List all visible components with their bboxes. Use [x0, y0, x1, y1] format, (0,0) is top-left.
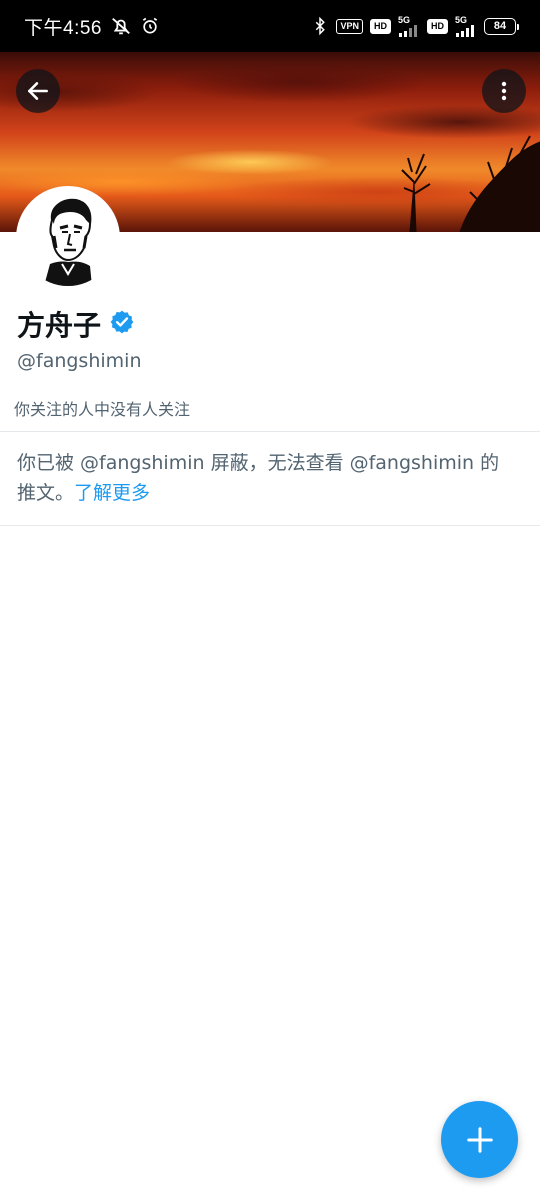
avatar[interactable] [16, 186, 120, 290]
back-button[interactable] [16, 69, 60, 113]
battery-level: 84 [493, 20, 507, 32]
hd-badge: HD [370, 18, 391, 34]
profile-handle: @fangshimin [17, 350, 142, 372]
network-type-2: 5G [455, 14, 468, 25]
divider [0, 431, 540, 432]
learn-more-link[interactable]: 了解更多 [74, 482, 150, 504]
name-row: 方舟子 [17, 304, 135, 344]
hd-badge-2: HD [427, 18, 448, 34]
avatar-portrait [20, 190, 116, 286]
arrow-left-icon [28, 82, 48, 100]
mute-icon [110, 15, 132, 37]
blocked-notice: 你已被 @fangshimin 屏蔽，无法查看 @fangshimin 的推文。… [17, 448, 517, 508]
status-time: 下午4:56 [24, 17, 102, 39]
alarm-icon [140, 16, 160, 36]
tree-silhouette [401, 135, 540, 232]
battery-icon: 84 [484, 17, 519, 35]
status-bar: 下午4:56 VPN HD 5G HD 5G 84 [0, 0, 540, 52]
compose-tweet-button[interactable] [441, 1101, 518, 1178]
vpn-badge: VPN [336, 18, 363, 34]
verified-badge-icon [109, 309, 135, 339]
more-vertical-icon [501, 81, 507, 101]
signal-icon: 5G [398, 14, 420, 37]
signal-icon-2: 5G [455, 14, 477, 37]
bluetooth-icon [311, 16, 329, 36]
followers-you-know[interactable]: 你关注的人中没有人关注 [14, 396, 190, 420]
more-options-button[interactable] [482, 69, 526, 113]
display-name: 方舟子 [17, 309, 102, 342]
network-type: 5G [398, 14, 411, 25]
divider-bottom [0, 525, 540, 526]
plus-icon [466, 1126, 493, 1153]
